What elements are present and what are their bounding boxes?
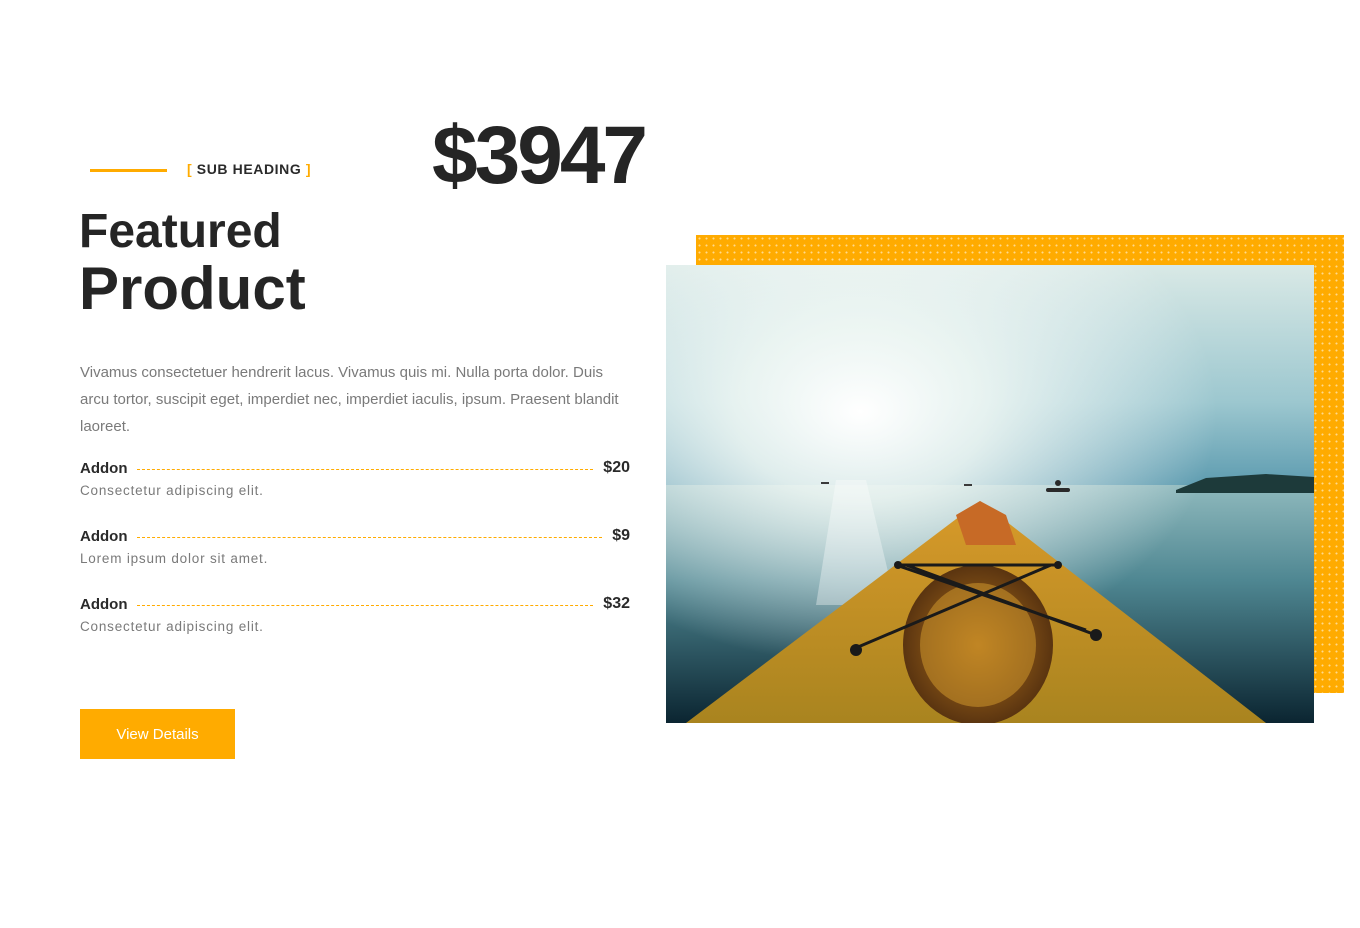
addon-dotted-leader [137,468,594,470]
addon-price: $32 [603,595,630,612]
title-line-featured: Featured [79,205,282,258]
view-details-button[interactable]: View Details [80,709,235,759]
addon-name: Addon [80,459,128,477]
sub-heading-text: SUB HEADING [196,161,302,177]
sub-heading-accent-line [90,169,167,172]
addon-description: Consectetur adipiscing elit. [80,483,264,498]
title-line-product: Product [79,255,306,322]
addon-item: Addon $20 Consectetur adipiscing elit. [80,456,630,524]
featured-product-section: [ SUB HEADING ] $3947 Featured Product V… [0,0,1360,928]
addon-name: Addon [80,527,128,545]
addon-name: Addon [80,595,128,613]
addon-price: $20 [603,459,630,476]
addon-item: Addon $32 Consectetur adipiscing elit. [80,592,630,660]
sub-heading-bracket-close: ] [305,161,312,177]
kayak-photo [666,265,1314,723]
addon-price: $9 [612,527,630,544]
product-price: $3947 [432,110,648,201]
addon-dotted-leader [137,536,603,538]
sub-heading: [ SUB HEADING ] [187,161,311,177]
addon-list: Addon $20 Consectetur adipiscing elit. A… [80,456,630,660]
addon-dotted-leader [137,604,594,606]
addon-item: Addon $9 Lorem ipsum dolor sit amet. [80,524,630,592]
addon-description: Consectetur adipiscing elit. [80,619,264,634]
kayak-photo-illustration [666,265,1314,723]
product-description: Vivamus consectetuer hendrerit lacus. Vi… [80,364,619,435]
sub-heading-bracket-open: [ [187,161,193,177]
addon-description: Lorem ipsum dolor sit amet. [80,551,269,566]
